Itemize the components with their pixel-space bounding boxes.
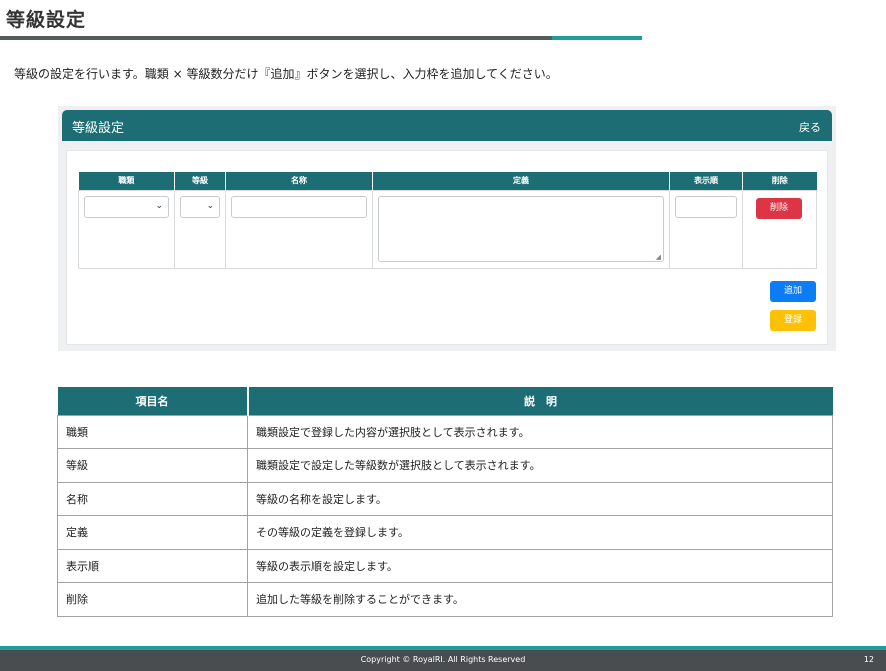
table-row: 表示順 等級の表示順を設定します。 bbox=[57, 548, 833, 583]
desc-text: 追加した等級を削除することができます。 bbox=[247, 582, 833, 617]
add-button[interactable]: 追加 bbox=[770, 281, 816, 302]
definition-textarea[interactable]: ◢ bbox=[378, 195, 664, 262]
table-row: 職類 職類設定で登録した内容が選択肢として表示されます。 bbox=[57, 414, 833, 449]
title-underline bbox=[0, 36, 552, 40]
title-underline-accent bbox=[552, 36, 642, 40]
desc-header-explanation: 説 明 bbox=[247, 387, 833, 415]
desc-item: 名称 bbox=[57, 481, 248, 516]
desc-text: その等級の定義を登録します。 bbox=[247, 515, 833, 550]
page-number: 12 bbox=[863, 655, 874, 664]
chevron-down-icon: ⌄ bbox=[206, 200, 214, 211]
panel-header: 等級設定 戻る bbox=[62, 110, 832, 141]
desc-text: 等級の名称を設定します。 bbox=[247, 481, 833, 516]
grade-form-table: 職類 等級 名称 定義 表示順 削除 ⌄ ⌄ ◢ bbox=[78, 172, 817, 269]
delete-button[interactable]: 削除 bbox=[756, 198, 802, 219]
footer: Copyright © RoyalRI. All Rights Reserved… bbox=[0, 650, 886, 671]
table-row: 名称 等級の名称を設定します。 bbox=[57, 481, 833, 516]
desc-item: 削除 bbox=[57, 582, 248, 617]
cell-job-type: ⌄ bbox=[78, 189, 175, 269]
desc-text: 職類設定で設定した等級数が選択肢として表示されます。 bbox=[247, 448, 833, 483]
cell-definition: ◢ bbox=[372, 189, 670, 269]
chevron-down-icon: ⌄ bbox=[155, 200, 163, 211]
column-header-delete: 削除 bbox=[742, 172, 817, 190]
panel-title: 等級設定 bbox=[72, 121, 125, 136]
desc-text: 職類設定で登録した内容が選択肢として表示されます。 bbox=[247, 414, 833, 449]
column-header-name: 名称 bbox=[225, 172, 373, 190]
table-row: 等級 職類設定で設定した等級数が選択肢として表示されます。 bbox=[57, 448, 833, 483]
copyright: Copyright © RoyalRI. All Rights Reserved bbox=[360, 655, 526, 664]
description-table: 項目名 説 明 職類 職類設定で登録した内容が選択肢として表示されます。 等級 … bbox=[57, 387, 833, 617]
desc-text: 等級の表示順を設定します。 bbox=[247, 548, 833, 583]
intro-text: 等級の設定を行います。職類 × 等級数分だけ『追加』ボタンを選択し、入力枠を追加… bbox=[14, 67, 558, 81]
column-header-display-order: 表示順 bbox=[669, 172, 743, 190]
column-header-definition: 定義 bbox=[372, 172, 670, 190]
back-link[interactable]: 戻る bbox=[799, 119, 821, 135]
table-row: ⌄ ⌄ ◢ bbox=[78, 189, 817, 269]
cell-name bbox=[225, 189, 373, 269]
grade-select[interactable]: ⌄ bbox=[180, 195, 220, 218]
desc-item: 定義 bbox=[57, 515, 248, 550]
job-type-select[interactable]: ⌄ bbox=[84, 195, 169, 218]
desc-item: 職類 bbox=[57, 414, 248, 449]
table-row: 定義 その等級の定義を登録します。 bbox=[57, 515, 833, 550]
column-header-job-type: 職類 bbox=[78, 172, 175, 190]
table-row: 削除 追加した等級を削除することができます。 bbox=[57, 582, 833, 617]
display-order-input[interactable] bbox=[675, 195, 737, 218]
resize-grip-icon[interactable]: ◢ bbox=[656, 253, 661, 261]
cell-grade: ⌄ bbox=[174, 189, 226, 269]
desc-header-item: 項目名 bbox=[57, 387, 249, 415]
name-input[interactable] bbox=[231, 195, 367, 218]
desc-item: 表示順 bbox=[57, 548, 248, 583]
desc-item: 等級 bbox=[57, 448, 248, 483]
column-header-grade: 等級 bbox=[174, 172, 226, 190]
cell-display-order bbox=[669, 189, 743, 269]
page-title: 等級設定 bbox=[6, 9, 87, 31]
register-button[interactable]: 登録 bbox=[770, 310, 816, 331]
